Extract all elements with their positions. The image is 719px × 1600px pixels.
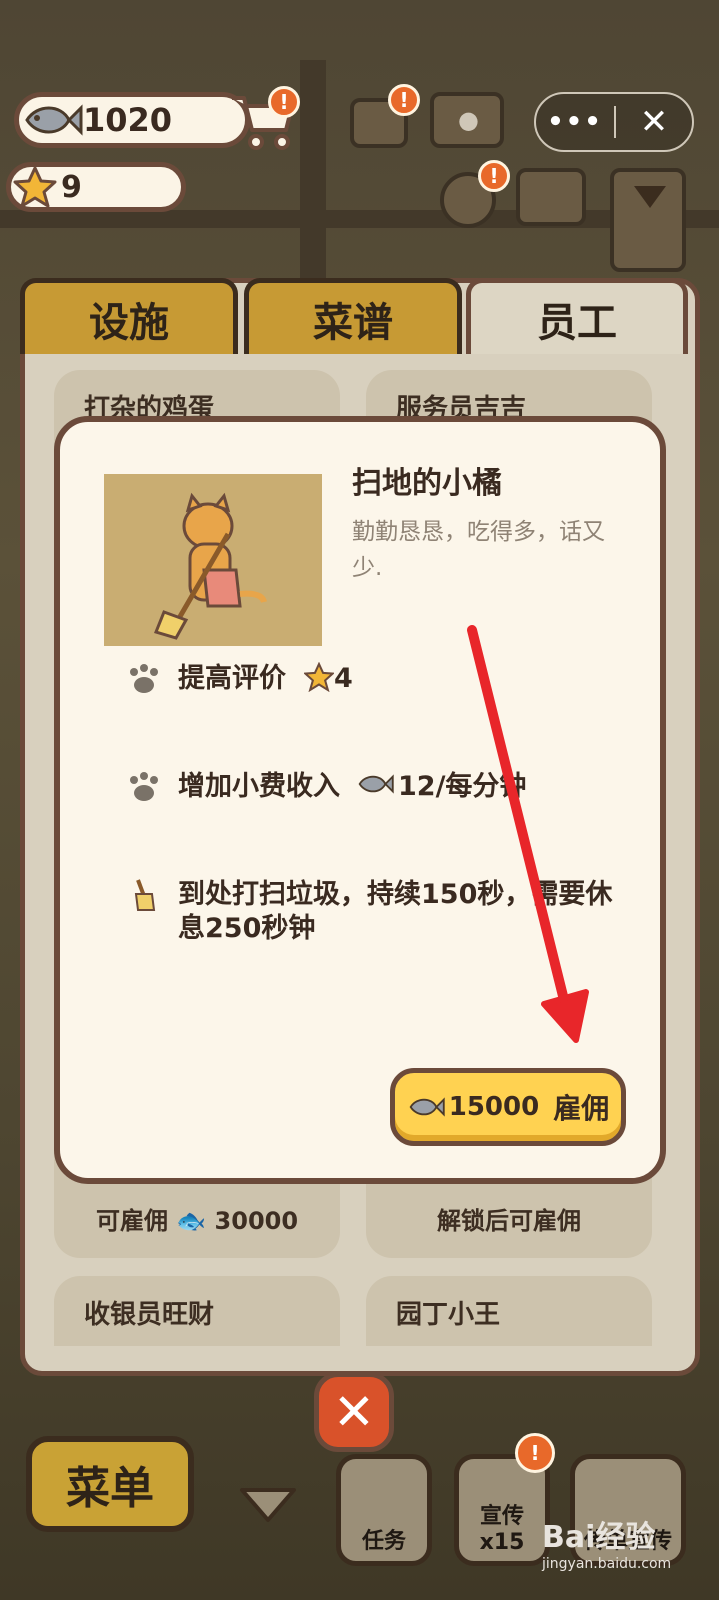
shop-cart-button[interactable]: !	[228, 86, 300, 154]
task-button[interactable]: 任务	[336, 1454, 432, 1566]
hire-label: 雇佣	[553, 1092, 610, 1125]
arrow-down-icon	[634, 186, 666, 208]
broom-icon	[124, 878, 164, 912]
background-beam	[300, 60, 326, 290]
paw-icon: ●	[458, 106, 479, 134]
close-dialog-button[interactable]: ✕	[314, 1372, 394, 1452]
fish-icon	[356, 770, 394, 807]
promo-alert-badge: !	[515, 1433, 555, 1473]
attr-label: 提高评价	[178, 663, 286, 694]
star-icon	[13, 166, 57, 208]
staff-card-price: 可雇佣 🐟 30000	[95, 1207, 299, 1235]
mail-alert-badge: !	[388, 84, 420, 116]
close-app-button[interactable]: ✕	[616, 102, 692, 142]
tab-recipes[interactable]: 菜谱	[244, 278, 462, 354]
miniapp-capsule: ••• ✕	[534, 92, 694, 152]
fish-count: 1020	[83, 101, 173, 139]
hire-button[interactable]: 15000 雇佣	[390, 1068, 626, 1146]
watermark-brand: Bai经验	[542, 1520, 656, 1555]
hire-price: 15000	[448, 1092, 540, 1122]
task-label: 任务	[361, 1529, 406, 1554]
staff-card-status: 解锁后可雇佣	[437, 1207, 581, 1235]
watermark: Bai经验 jingyan.baidu.com	[542, 1512, 671, 1572]
collapse-arrow-icon[interactable]	[238, 1486, 298, 1526]
settings-alert-badge: !	[478, 160, 510, 192]
fish-currency-counter: 1020	[14, 92, 250, 148]
staff-portrait	[104, 474, 322, 646]
attr-rating: 提高评价 4	[124, 661, 353, 701]
mail-button[interactable]: !	[350, 84, 420, 148]
staff-card-3[interactable]: 收银员旺财	[54, 1276, 340, 1346]
ranking-button[interactable]	[610, 168, 686, 272]
staff-name: 扫地的小橘	[352, 466, 502, 501]
settings-button[interactable]: !	[440, 160, 510, 228]
recipe-book-button[interactable]: ●	[430, 92, 504, 148]
star-rating-counter: 9	[6, 162, 186, 212]
watermark-url: jingyan.baidu.com	[542, 1556, 672, 1572]
paw-icon	[124, 770, 164, 804]
promo-button[interactable]: ! 宣传x15	[454, 1433, 555, 1566]
map-button[interactable]	[516, 168, 586, 226]
tab-staff[interactable]: 员工	[466, 278, 688, 354]
orange-cat-sweeping-image	[153, 492, 267, 640]
fish-icon	[409, 1097, 445, 1117]
staff-description: 勤勤恳恳，吃得多，话又少.	[352, 519, 605, 581]
attr-value: 4	[334, 663, 353, 694]
tab-facilities[interactable]: 设施	[20, 278, 238, 354]
paw-icon	[124, 662, 164, 696]
staff-card-title: 园丁小王	[396, 1300, 501, 1330]
cart-alert-badge: !	[268, 86, 300, 118]
attr-label: 增加小费收入	[178, 771, 340, 802]
staff-card-title: 收银员旺财	[84, 1300, 215, 1330]
star-count: 9	[61, 169, 82, 205]
star-icon	[302, 661, 336, 701]
fish-icon	[25, 104, 83, 136]
promo-label: 宣传x15	[479, 1504, 525, 1555]
more-button[interactable]: •••	[536, 107, 614, 137]
annotation-arrow	[467, 625, 589, 1043]
staff-card-4[interactable]: 园丁小王	[366, 1276, 652, 1346]
menu-button[interactable]: 菜单	[26, 1436, 194, 1532]
